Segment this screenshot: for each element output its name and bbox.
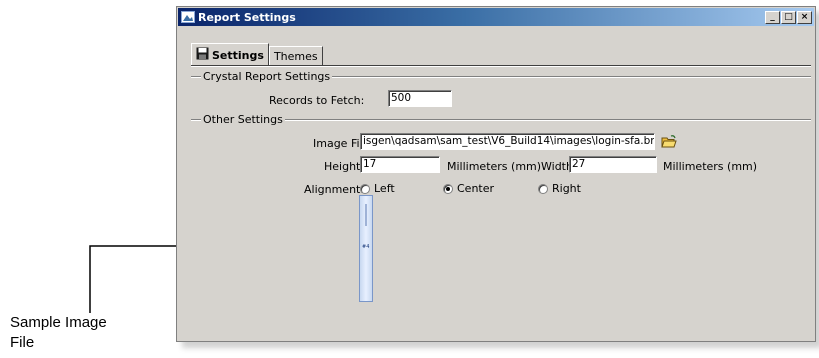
alignment-left-label: Left — [374, 182, 395, 195]
svg-text:#4: #4 — [362, 244, 369, 250]
maximize-icon[interactable]: □ — [781, 10, 796, 24]
height-input[interactable]: 17 — [360, 156, 440, 173]
width-input[interactable]: 27 — [569, 156, 657, 173]
records-to-fetch-input[interactable]: 500 — [388, 90, 452, 107]
sample-image-preview: #4 — [359, 195, 373, 302]
height-label: Height: — [324, 160, 365, 173]
callout-sample-image-file: Sample Image File — [10, 313, 107, 353]
title-bar[interactable]: Report Settings _ □ × — [178, 8, 814, 26]
image-file-input[interactable]: isgen\qadsam\sam_test\V6_Build14\images\… — [360, 133, 655, 150]
close-icon[interactable]: × — [797, 10, 812, 24]
width-unit-label: Millimeters (mm) — [663, 160, 758, 173]
alignment-center-radio[interactable]: Center — [443, 182, 494, 195]
floppy-disk-icon — [196, 47, 209, 63]
callout-line-1: Sample Image — [10, 314, 107, 331]
alignment-center-label: Center — [457, 182, 495, 195]
other-settings-group: Other Settings — [191, 113, 811, 126]
tab-themes-label: Themes — [273, 50, 318, 63]
tab-themes[interactable]: Themes — [268, 46, 323, 66]
tab-divider — [191, 65, 811, 67]
alignment-right-label: Right — [552, 182, 581, 195]
radio-button-icon — [360, 183, 370, 194]
window-title: Report Settings — [198, 10, 296, 24]
alignment-right-radio[interactable]: Right — [538, 182, 581, 195]
open-folder-icon[interactable] — [661, 135, 677, 152]
tab-settings-label: Settings — [212, 48, 264, 62]
minimize-icon[interactable]: _ — [765, 10, 780, 24]
other-group-label: Other Settings — [203, 113, 283, 126]
radio-button-checked-icon — [443, 183, 453, 194]
tab-strip: Settings Themes — [191, 43, 323, 66]
records-to-fetch-label: Records to Fetch: — [269, 94, 365, 107]
alignment-left-radio[interactable]: Left — [360, 182, 395, 195]
tab-settings[interactable]: Settings — [191, 43, 269, 66]
height-unit-label: Millimeters (mm) — [447, 160, 542, 173]
report-settings-window: Report Settings _ □ × Settings Themes Cr… — [176, 6, 816, 342]
alignment-label: Alignment: — [304, 183, 365, 196]
radio-button-icon — [538, 183, 548, 194]
crystal-report-settings-group: Crystal Report Settings — [191, 70, 811, 83]
callout-line-2: File — [10, 334, 35, 351]
report-icon — [181, 11, 195, 23]
crystal-group-label: Crystal Report Settings — [203, 70, 331, 83]
